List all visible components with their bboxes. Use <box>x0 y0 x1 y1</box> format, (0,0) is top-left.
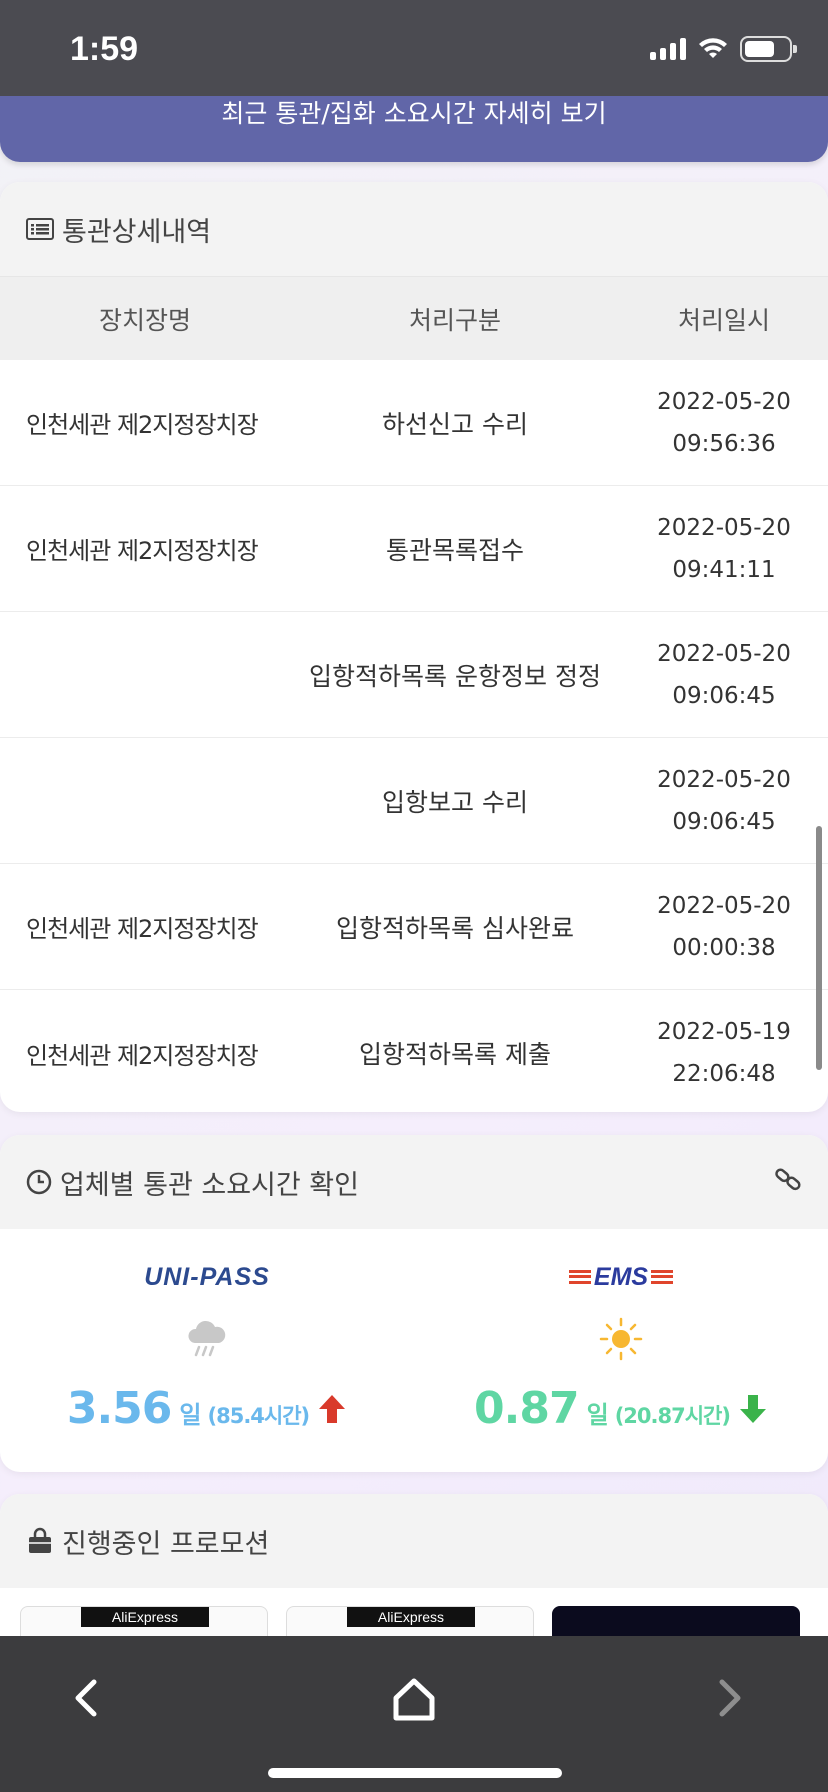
row-type: 입항적하목록 제출 <box>359 1040 551 1069</box>
forward-chevron-icon[interactable] <box>716 1676 746 1724</box>
row-datetime: 2022-05-20 09:06:45 <box>657 640 791 709</box>
row-type: 입항적하목록 운항정보 정정 <box>309 661 601 691</box>
status-bar: 1:59 <box>0 0 828 96</box>
table-row: 인천세관 제2지정장치장 입항적하목록 심사완료 2022-05-20 00:00… <box>0 864 828 990</box>
home-indicator[interactable] <box>268 1768 562 1778</box>
row-location: 인천세관 제2지정장치장 <box>26 915 259 943</box>
table-row: 인천세관 제2지정장치장 통관목록접수 2022-05-20 09:41:11 <box>0 486 828 612</box>
promotion-tag: AliExpress <box>81 1607 209 1627</box>
ems-day-unit: 일 <box>586 1401 609 1429</box>
status-icons <box>650 36 797 62</box>
ems-logo: EMS <box>566 1259 676 1295</box>
shopping-bag-icon <box>26 1527 54 1555</box>
vendor-ems[interactable]: EMS 0.87 일 (20.87시간) <box>414 1229 828 1472</box>
row-location: 인천세관 제2지정장치장 <box>26 411 259 439</box>
clearance-detail-header: 통관상세내역 <box>0 182 828 276</box>
row-location: 인천세관 제2지정장치장 <box>26 537 259 565</box>
clearance-detail-title: 통관상세내역 <box>62 216 212 248</box>
table-row: 입항적하목록 운항정보 정정 2022-05-20 09:06:45 <box>0 612 828 738</box>
row-type: 입항적하목록 심사완료 <box>336 913 574 943</box>
status-time: 1:59 <box>70 30 139 68</box>
row-datetime: 2022-05-20 00:00:38 <box>657 892 791 961</box>
unipass-days: 3.56 <box>66 1383 173 1434</box>
ems-days: 0.87 <box>474 1383 580 1434</box>
scrollbar[interactable] <box>816 826 822 1070</box>
clock-icon <box>26 1169 52 1195</box>
arrow-down-icon <box>738 1393 768 1425</box>
vendor-clearance-time-title: 업체별 통관 소요시간 확인 <box>60 1169 359 1201</box>
link-icon[interactable] <box>774 1165 802 1200</box>
battery-icon <box>740 36 797 62</box>
row-type: 통관목록접수 <box>385 535 524 565</box>
recent-clearance-time-link[interactable]: 최근 통관/집화 소요시간 자세히 보기 <box>0 96 828 162</box>
row-datetime: 2022-05-19 22:06:48 <box>657 1019 791 1087</box>
vendor-clearance-time-header: 업체별 통관 소요시간 확인 <box>0 1135 828 1229</box>
promotion-tag: AliExpress <box>347 1607 475 1627</box>
wifi-icon <box>699 38 727 58</box>
cellular-signal-icon <box>650 38 686 60</box>
vendor-list: UNI-PASS 3.56 일 (85.4시간) EMS 0.87 일 (20. <box>0 1229 828 1472</box>
ems-hours: (20.87시간) <box>614 1404 731 1428</box>
row-datetime: 2022-05-20 09:56:36 <box>657 388 791 457</box>
row-type: 입항보고 수리 <box>382 787 528 817</box>
vendor-unipass[interactable]: UNI-PASS 3.56 일 (85.4시간) <box>0 1229 414 1472</box>
clearance-detail-card: 통관상세내역 장치장명 처리구분 처리일시 인천세관 제2지정장치장 하선신고 … <box>0 182 828 1112</box>
bottom-navigation-bar <box>0 1636 828 1792</box>
unipass-logo: UNI-PASS <box>144 1262 270 1291</box>
promotion-header: 진행중인 프로모션 <box>0 1494 828 1588</box>
row-type: 하선신고 수리 <box>382 409 528 439</box>
rain-cloud-icon <box>185 1313 229 1365</box>
unipass-stat: 3.56 일 (85.4시간) <box>67 1383 347 1434</box>
column-header-datetime: 처리일시 <box>677 305 770 335</box>
table-header: 장치장명 처리구분 처리일시 <box>0 276 828 360</box>
table-row: 인천세관 제2지정장치장 입항적하목록 제출 2022-05-19 22:06:4… <box>0 990 828 1112</box>
arrow-up-icon <box>317 1393 347 1425</box>
column-header-type: 처리구분 <box>408 305 501 335</box>
ems-stat: 0.87 일 (20.87시간) <box>474 1383 768 1434</box>
unipass-hours: (85.4시간) <box>207 1404 311 1428</box>
vendor-clearance-time-card: 업체별 통관 소요시간 확인 UNI-PASS 3.56 일 (85.4시간) … <box>0 1135 828 1472</box>
table-body: 인천세관 제2지정장치장 하선신고 수리 2022-05-20 09:56:36 … <box>0 360 828 1112</box>
row-location: 인천세관 제2지정장치장 <box>26 1041 259 1070</box>
list-icon <box>26 218 54 240</box>
column-header-location: 장치장명 <box>98 305 191 335</box>
row-datetime: 2022-05-20 09:06:45 <box>657 766 791 835</box>
promotion-title: 진행중인 프로모션 <box>62 1528 270 1560</box>
home-icon[interactable] <box>390 1676 438 1728</box>
row-datetime: 2022-05-20 09:41:11 <box>657 514 791 583</box>
unipass-day-unit: 일 <box>179 1401 202 1429</box>
back-chevron-icon[interactable] <box>70 1676 100 1724</box>
table-row: 인천세관 제2지정장치장 하선신고 수리 2022-05-20 09:56:36 <box>0 360 828 486</box>
table-row: 입항보고 수리 2022-05-20 09:06:45 <box>0 738 828 864</box>
sun-icon <box>597 1313 645 1365</box>
